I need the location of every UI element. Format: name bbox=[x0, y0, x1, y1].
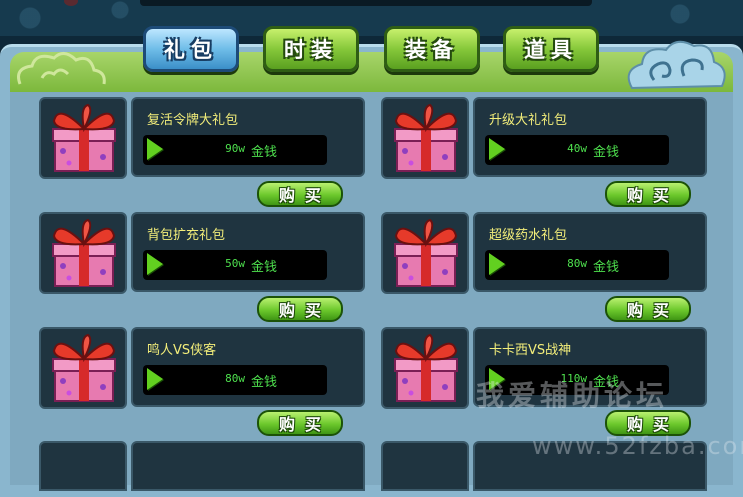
item-icon-frame-empty[interactable] bbox=[39, 441, 127, 491]
price-amount: 90w bbox=[225, 142, 245, 155]
play-arrow-icon bbox=[147, 368, 163, 390]
top-ornament bbox=[64, 0, 78, 6]
item-icon-frame-empty[interactable] bbox=[381, 441, 469, 491]
price-bar: 50w 金钱 bbox=[143, 250, 327, 280]
item-card: 超级药水礼包 80w 金钱 bbox=[473, 212, 707, 292]
play-arrow-icon bbox=[147, 138, 163, 160]
tab-equipment[interactable]: 装备 bbox=[384, 26, 480, 72]
play-arrow-icon bbox=[489, 253, 505, 275]
price-bar: 80w 金钱 bbox=[143, 365, 327, 395]
buy-button[interactable]: 购买 bbox=[605, 296, 691, 322]
item-name: 卡卡西VS战神 bbox=[489, 343, 572, 358]
price-amount: 50w bbox=[225, 257, 245, 270]
cloud-ornament-right-icon bbox=[627, 40, 726, 90]
item-name: 鸣人VS侠客 bbox=[147, 343, 217, 358]
item-card: 复活令牌大礼包 90w 金钱 bbox=[131, 97, 365, 177]
price-currency: 金钱 bbox=[251, 375, 278, 390]
tab-items[interactable]: 道具 bbox=[503, 26, 599, 72]
tab-gift-pack[interactable]: 礼包 bbox=[143, 26, 239, 72]
item-icon-frame[interactable] bbox=[39, 97, 127, 179]
item-name: 复活令牌大礼包 bbox=[147, 113, 239, 128]
item-name: 升级大礼礼包 bbox=[489, 113, 568, 128]
gift-box-icon bbox=[52, 333, 116, 402]
tab-fashion[interactable]: 时装 bbox=[263, 26, 359, 72]
top-bar-slot bbox=[140, 0, 592, 6]
gift-box-icon bbox=[394, 103, 458, 172]
buy-button[interactable]: 购买 bbox=[257, 410, 343, 436]
top-bar bbox=[0, 0, 743, 36]
gift-box-icon bbox=[52, 218, 116, 287]
price-amount: 80w bbox=[567, 257, 587, 270]
item-card-empty bbox=[131, 441, 365, 491]
play-arrow-icon bbox=[489, 138, 505, 160]
price-bar: 40w 金钱 bbox=[485, 135, 669, 165]
watermark-text: 我爱辅助论坛 bbox=[476, 379, 669, 412]
buy-button[interactable]: 购买 bbox=[257, 296, 343, 322]
gift-box-icon bbox=[52, 103, 116, 172]
price-currency: 金钱 bbox=[251, 260, 278, 275]
item-card: 鸣人VS侠客 80w 金钱 bbox=[131, 327, 365, 407]
price-currency: 金钱 bbox=[593, 145, 620, 160]
buy-button[interactable]: 购买 bbox=[257, 181, 343, 207]
price-amount: 40w bbox=[567, 142, 587, 155]
cloud-ornament-left-icon bbox=[17, 52, 106, 85]
item-icon-frame[interactable] bbox=[381, 97, 469, 179]
item-icon-frame[interactable] bbox=[381, 327, 469, 409]
watermark-url: www.52fzba.com bbox=[532, 432, 743, 460]
item-icon-frame[interactable] bbox=[39, 327, 127, 409]
price-amount: 80w bbox=[225, 372, 245, 385]
gift-box-icon bbox=[394, 333, 458, 402]
item-name: 超级药水礼包 bbox=[489, 228, 568, 243]
gift-box-icon bbox=[394, 218, 458, 287]
item-icon-frame[interactable] bbox=[39, 212, 127, 294]
item-name: 背包扩充礼包 bbox=[147, 228, 226, 243]
price-currency: 金钱 bbox=[593, 260, 620, 275]
play-arrow-icon bbox=[147, 253, 163, 275]
item-card: 背包扩充礼包 50w 金钱 bbox=[131, 212, 365, 292]
price-currency: 金钱 bbox=[251, 145, 278, 160]
item-icon-frame[interactable] bbox=[381, 212, 469, 294]
item-card: 升级大礼礼包 40w 金钱 bbox=[473, 97, 707, 177]
price-bar: 90w 金钱 bbox=[143, 135, 327, 165]
buy-button[interactable]: 购买 bbox=[605, 181, 691, 207]
price-bar: 80w 金钱 bbox=[485, 250, 669, 280]
